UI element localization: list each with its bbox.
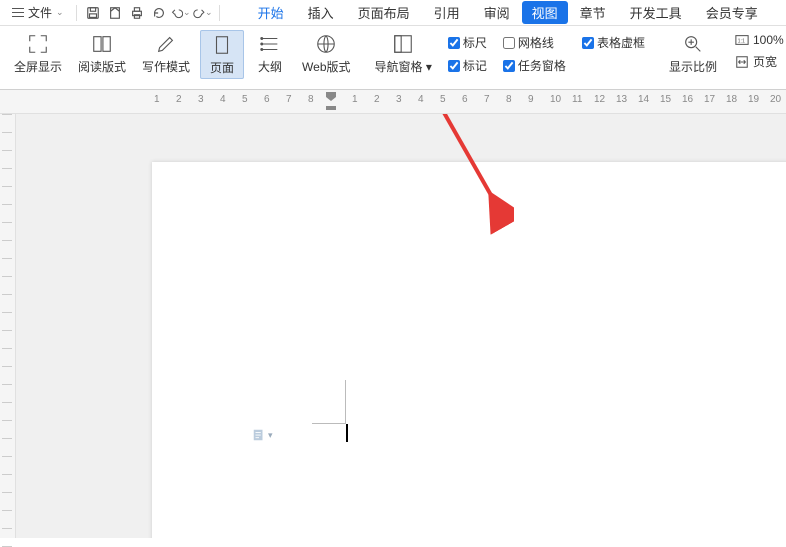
tab-review[interactable]: 审阅 (472, 0, 522, 26)
fullscreen-button[interactable]: 全屏显示 (8, 30, 68, 77)
tab-developer[interactable]: 开发工具 (618, 0, 694, 26)
show-scale-button[interactable]: 显示比例 (663, 30, 723, 77)
markup-checkbox[interactable]: 标记 (448, 57, 487, 74)
file-menu-label: 文件 (28, 4, 52, 21)
nav-pane-icon (391, 32, 415, 56)
table-virtual-checkbox[interactable]: 表格虚框 (582, 34, 645, 51)
print-icon[interactable] (127, 3, 147, 23)
writing-mode-button[interactable]: 写作模式 (136, 30, 196, 77)
outline-icon (258, 32, 282, 56)
tab-references[interactable]: 引用 (422, 0, 472, 26)
web-layout-button[interactable]: Web版式 (296, 30, 356, 77)
separator (76, 5, 77, 21)
margin-guide-horizontal (312, 423, 346, 424)
print-preview-icon[interactable] (105, 3, 125, 23)
zoom-icon (681, 32, 705, 56)
document-viewport[interactable]: ▾ (16, 114, 786, 538)
gridlines-checkbox[interactable]: 网格线 (503, 34, 566, 51)
page-view-button[interactable]: 页面 (200, 30, 244, 79)
zoom-100-button[interactable]: 1:1 100% (731, 32, 786, 48)
reading-mode-button[interactable]: 阅读版式 (72, 30, 132, 77)
fullscreen-icon (26, 32, 50, 56)
tab-bar: 开始 插入 页面布局 引用 审阅 视图 章节 开发工具 会员专享 (246, 0, 770, 26)
tab-member[interactable]: 会员专享 (694, 0, 770, 26)
refresh-icon[interactable] (149, 3, 169, 23)
task-pane-check-input[interactable] (503, 60, 515, 72)
markup-check-input[interactable] (448, 60, 460, 72)
paragraph-icon (252, 428, 266, 442)
table-virtual-check-input[interactable] (582, 37, 594, 49)
save-icon[interactable] (83, 3, 103, 23)
text-cursor (346, 424, 348, 442)
svg-text:1:1: 1:1 (738, 39, 745, 45)
indent-marker[interactable] (326, 92, 336, 110)
ruler-check-input[interactable] (448, 37, 460, 49)
file-menu-button[interactable]: 文件 ⌄ (6, 2, 70, 23)
outline-button[interactable]: 大纲 (248, 30, 292, 77)
tab-start[interactable]: 开始 (246, 0, 296, 26)
pen-icon (154, 32, 178, 56)
ruler-checkbox[interactable]: 标尺 (448, 34, 487, 51)
margin-guide-vertical (345, 380, 346, 424)
horizontal-ruler[interactable]: 876543211234567891011121314151617181920 (0, 90, 786, 114)
chevron-down-icon: ⌄ (56, 7, 64, 18)
chevron-down-icon: ▾ (268, 430, 273, 441)
vertical-ruler[interactable] (0, 114, 16, 538)
tab-chapter[interactable]: 章节 (568, 0, 618, 26)
task-pane-checkbox[interactable]: 任务窗格 (503, 57, 566, 74)
hundred-icon: 1:1 (735, 33, 749, 47)
paragraph-options-button[interactable]: ▾ (252, 428, 273, 442)
tab-view[interactable]: 视图 (522, 1, 568, 24)
redo-button[interactable]: ⌄ (193, 3, 213, 23)
page-icon (210, 33, 234, 57)
page-width-icon (735, 55, 749, 69)
tab-insert[interactable]: 插入 (296, 0, 346, 26)
page[interactable] (152, 162, 786, 538)
nav-pane-button[interactable]: 导航窗格 ▾ (369, 30, 438, 77)
separator (219, 5, 220, 21)
undo-button[interactable]: ⌄ (171, 3, 191, 23)
tab-page-layout[interactable]: 页面布局 (346, 0, 422, 26)
hamburger-icon (12, 8, 24, 18)
gridlines-check-input[interactable] (503, 37, 515, 49)
globe-icon (314, 32, 338, 56)
book-icon (90, 32, 114, 56)
page-width-button[interactable]: 页宽 (731, 52, 786, 71)
